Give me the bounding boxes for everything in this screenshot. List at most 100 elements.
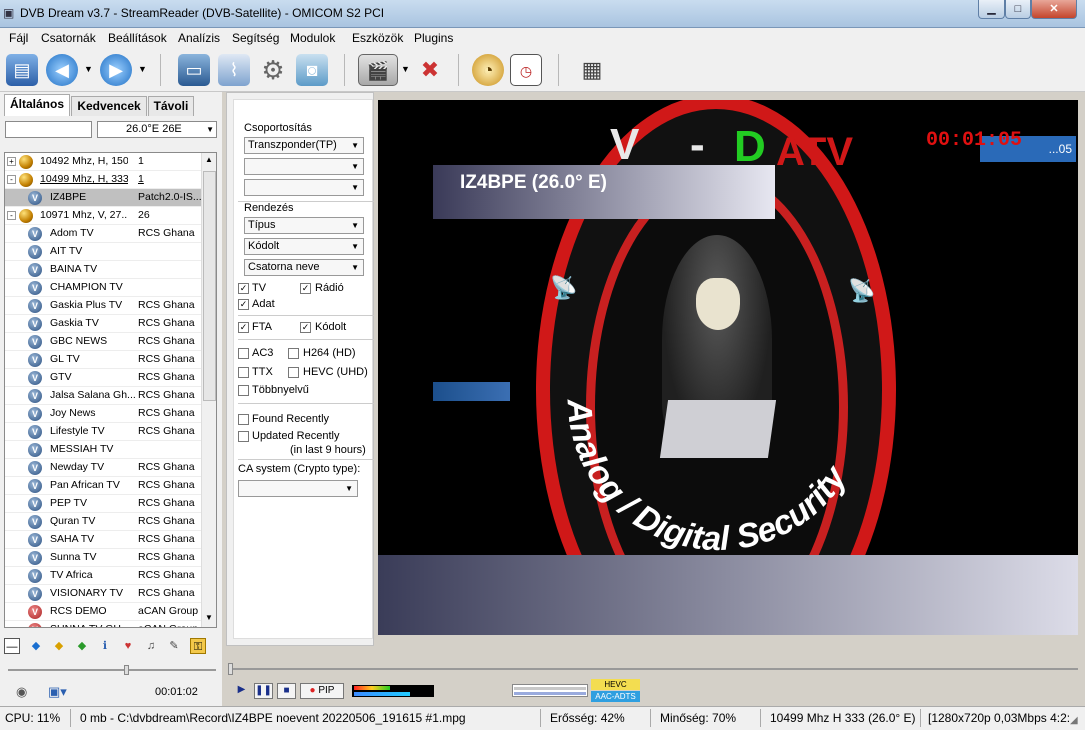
tv-checkbox[interactable]: ✓ xyxy=(238,283,249,294)
forward-dropdown-icon[interactable]: ▼ xyxy=(138,64,147,74)
channel-row[interactable]: V Lifestyle TV RCS Ghana xyxy=(5,423,201,441)
multilingual-checkbox[interactable] xyxy=(238,385,249,396)
transponder-row[interactable]: - 10499 Mhz, H, 333 1 xyxy=(5,171,201,189)
blue-diamond-icon[interactable]: ◆ xyxy=(28,638,44,654)
channel-row[interactable]: V Jalsa Salana Gh... RCS Ghana xyxy=(5,387,201,405)
menu-plugins[interactable]: Plugins xyxy=(414,31,453,45)
channel-row[interactable]: V IZ4BPE Patch2.0-IS... xyxy=(5,189,201,207)
menu-tools[interactable]: Eszközök xyxy=(352,31,403,45)
tab-favorites[interactable]: Kedvencek xyxy=(71,96,147,116)
monitor-icon[interactable]: ▭ xyxy=(178,54,210,86)
transponder-row[interactable]: - 10971 Mhz, V, 27... 26 xyxy=(5,207,201,225)
grouping-select-1[interactable]: Transzponder(TP) ▼ xyxy=(244,137,364,154)
maximize-button[interactable]: □ xyxy=(1005,0,1031,19)
search-input[interactable] xyxy=(5,121,92,138)
collapse-icon[interactable]: - xyxy=(7,211,16,220)
radio-checkbox[interactable]: ✓ xyxy=(300,283,311,294)
tab-general[interactable]: Általános xyxy=(4,94,70,116)
channel-row[interactable]: V SAHA TV RCS Ghana xyxy=(5,531,201,549)
scroll-down-icon[interactable]: ▼ xyxy=(205,613,213,622)
edit-document-icon[interactable]: ✎ xyxy=(166,638,182,654)
record-dropdown-icon[interactable]: ▼ xyxy=(401,64,410,74)
info-icon[interactable]: ℹ xyxy=(97,638,113,654)
yellow-diamond-icon[interactable]: ◆ xyxy=(51,638,67,654)
expand-icon[interactable]: + xyxy=(7,157,16,166)
channel-row[interactable]: V SUNNA TV GH...aCAN Group xyxy=(5,621,201,627)
ac3-checkbox[interactable] xyxy=(238,348,249,359)
forward-arrow-icon[interactable]: ▶ xyxy=(100,54,132,86)
coded-checkbox[interactable]: ✓ xyxy=(300,322,311,333)
channel-row[interactable]: V RCS DEMO aCAN Group xyxy=(5,603,201,621)
back-arrow-icon[interactable]: ◀ xyxy=(46,54,78,86)
speaker-icon[interactable]: ◉ xyxy=(16,684,27,700)
channel-list-scrollbar[interactable]: ▲ ▼ xyxy=(201,153,216,627)
satellite-select[interactable]: 26.0°E 26E ▼ xyxy=(97,121,217,138)
epg-paper-icon[interactable]: ▦ xyxy=(576,54,608,86)
fta-checkbox[interactable]: ✓ xyxy=(238,322,249,333)
hevc-checkbox[interactable] xyxy=(288,367,299,378)
scroll-up-icon[interactable]: ▲ xyxy=(205,155,213,164)
data-checkbox[interactable]: ✓ xyxy=(238,299,249,310)
collapse-icon[interactable]: — xyxy=(4,638,20,654)
screen-mode-icon[interactable]: ▣▾ xyxy=(48,684,67,700)
transponder-row[interactable]: +10492 Mhz, H, 1500 1 xyxy=(5,153,201,171)
channel-row[interactable]: V GL TV RCS Ghana xyxy=(5,351,201,369)
channel-row[interactable]: V TV Africa RCS Ghana xyxy=(5,567,201,585)
open-folder-icon[interactable]: ▤ xyxy=(6,54,38,86)
menu-channels[interactable]: Csatornák xyxy=(41,31,96,45)
channel-row[interactable]: V AIT TV xyxy=(5,243,201,261)
stop-icon[interactable]: ■ xyxy=(277,683,296,699)
sort-select-1[interactable]: Típus ▼ xyxy=(244,217,364,234)
menu-file[interactable]: Fájl xyxy=(9,31,28,45)
key-icon[interactable]: ⚿ xyxy=(190,638,206,654)
graph-window-icon[interactable]: ⌇ xyxy=(218,54,250,86)
channel-row[interactable]: V Sunna TV RCS Ghana xyxy=(5,549,201,567)
ca-system-select[interactable]: ▼ xyxy=(238,480,358,497)
grouping-select-3[interactable]: ▼ xyxy=(244,179,364,196)
close-button[interactable]: ✕ xyxy=(1031,0,1077,19)
play-icon[interactable]: ▶ xyxy=(232,683,251,699)
pause-icon[interactable]: ❚❚ xyxy=(254,683,273,699)
sort-select-2[interactable]: Kódolt ▼ xyxy=(244,238,364,255)
updated-recently-checkbox[interactable] xyxy=(238,431,249,442)
sort-select-3[interactable]: Csatorna neve ▼ xyxy=(244,259,364,276)
h264-checkbox[interactable] xyxy=(288,348,299,359)
resize-grip-icon[interactable]: ◢ xyxy=(1070,715,1078,726)
menu-settings[interactable]: Beállítások xyxy=(108,31,167,45)
video-display[interactable]: 📡 📡 V - D ATV Analog / Digital Security … xyxy=(378,100,1078,635)
scrollbar-thumb[interactable] xyxy=(203,171,216,401)
channel-row[interactable]: V Joy News RCS Ghana xyxy=(5,405,201,423)
menu-help[interactable]: Segítség xyxy=(232,31,279,45)
collapse-icon[interactable]: - xyxy=(7,175,16,184)
ttx-checkbox[interactable] xyxy=(238,367,249,378)
channel-row[interactable]: V Pan African TV RCS Ghana xyxy=(5,477,201,495)
back-dropdown-icon[interactable]: ▼ xyxy=(84,64,93,74)
grouping-select-2[interactable]: ▼ xyxy=(244,158,364,175)
heart-icon[interactable]: ♥ xyxy=(120,638,136,654)
channel-row[interactable]: V Gaskia Plus TV RCS Ghana xyxy=(5,297,201,315)
channel-list[interactable]: +10492 Mhz, H, 1500 1 - 10499 Mhz, H, 333 1 V… xyxy=(4,152,217,628)
channel-row[interactable]: V VISIONARY TV RCS Ghana xyxy=(5,585,201,603)
clapperboard-icon[interactable]: 🎬 xyxy=(358,54,398,86)
channel-row[interactable]: V BAINA TV xyxy=(5,261,201,279)
channel-row[interactable]: V MESSIAH TV xyxy=(5,441,201,459)
tab-remote[interactable]: Távoli xyxy=(148,96,194,116)
channel-row[interactable]: V Newday TV RCS Ghana xyxy=(5,459,201,477)
channel-row[interactable]: V CHAMPION TV xyxy=(5,279,201,297)
channel-row[interactable]: V GBC NEWS RCS Ghana xyxy=(5,333,201,351)
volume-slider-knob[interactable] xyxy=(124,665,129,675)
volume-slider[interactable] xyxy=(8,665,216,675)
gear-icon[interactable]: ⚙ xyxy=(257,54,289,86)
channel-row[interactable]: V Gaskia TV RCS Ghana xyxy=(5,315,201,333)
channel-row[interactable]: V Adom TV RCS Ghana xyxy=(5,225,201,243)
seek-bar[interactable] xyxy=(228,663,1078,675)
seek-bar-knob[interactable] xyxy=(228,663,233,675)
stop-record-icon[interactable]: ✖ xyxy=(414,54,446,86)
channel-row[interactable]: V Quran TV RCS Ghana xyxy=(5,513,201,531)
channel-row[interactable]: V GTV RCS Ghana xyxy=(5,369,201,387)
scheduler-clock-icon[interactable]: ◷ xyxy=(510,54,542,86)
menu-modules[interactable]: Modulok xyxy=(290,31,335,45)
found-recently-checkbox[interactable] xyxy=(238,414,249,425)
pip-button[interactable]: ● PIP xyxy=(300,683,344,699)
stopwatch-icon[interactable]: ◔ xyxy=(472,54,504,86)
